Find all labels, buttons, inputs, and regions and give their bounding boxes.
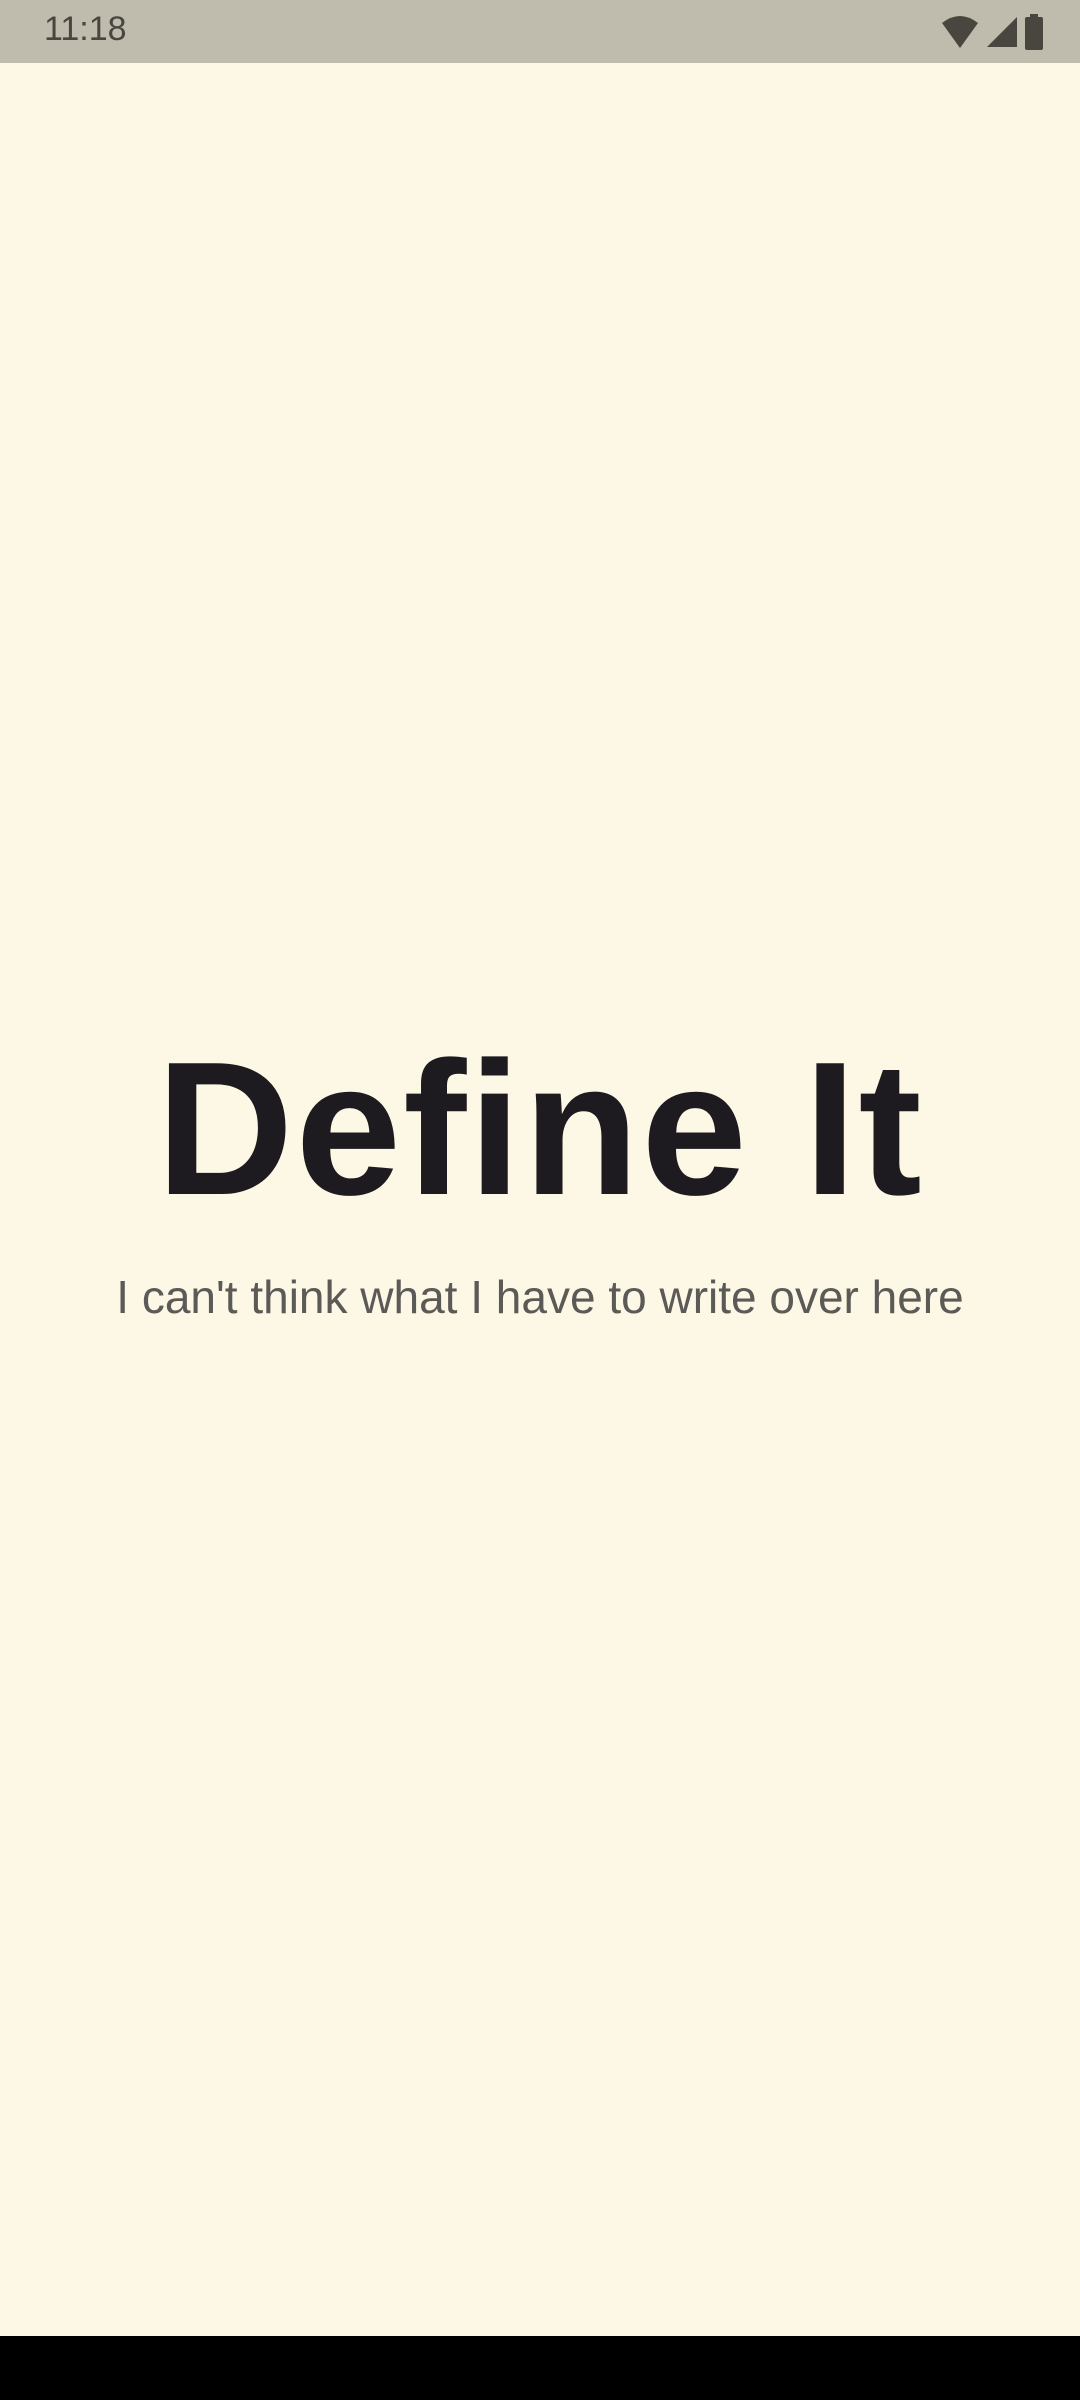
wifi-icon [942, 16, 978, 48]
status-icons [940, 14, 1044, 50]
battery-icon [1025, 14, 1043, 50]
status-time: 11:18 [44, 10, 127, 48]
app-subtitle: I can't think what I have to write over … [116, 1271, 964, 1323]
signal-icon [987, 17, 1017, 47]
status-bar: 11:18 [0, 0, 1080, 63]
navigation-bar [0, 2336, 1080, 2400]
app-title: Define It [156, 1023, 924, 1235]
